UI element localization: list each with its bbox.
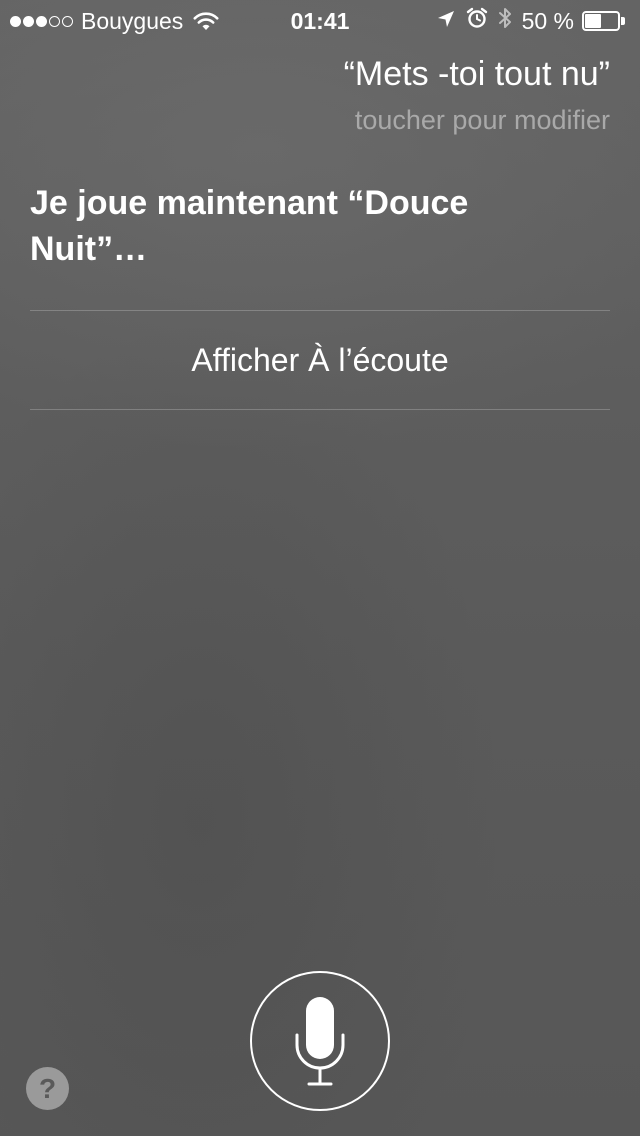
microphone-button[interactable] bbox=[250, 971, 390, 1111]
siri-query[interactable]: “Mets -toi tout nu” bbox=[344, 52, 610, 96]
location-arrow-icon bbox=[436, 8, 456, 35]
status-right: 50 % bbox=[436, 7, 626, 35]
help-button[interactable]: ? bbox=[26, 1067, 69, 1110]
siri-response: Je joue maintenant “Douce Nuit”… bbox=[30, 184, 469, 268]
edit-hint[interactable]: toucher pour modifier bbox=[355, 102, 610, 138]
alarm-clock-icon bbox=[466, 7, 488, 35]
background bbox=[0, 0, 640, 1136]
bluetooth-icon bbox=[498, 6, 512, 36]
help-icon: ? bbox=[38, 1073, 57, 1104]
battery-percent: 50 % bbox=[521, 8, 574, 34]
battery-tip bbox=[621, 17, 625, 25]
microphone-icon bbox=[295, 997, 345, 1086]
show-now-playing-button[interactable]: Afficher À l’écoute bbox=[30, 311, 610, 409]
status-bar: Bouygues 01:41 50 % bbox=[0, 0, 640, 40]
divider bbox=[30, 409, 610, 410]
battery-fill bbox=[585, 14, 601, 28]
battery-icon bbox=[582, 11, 626, 31]
